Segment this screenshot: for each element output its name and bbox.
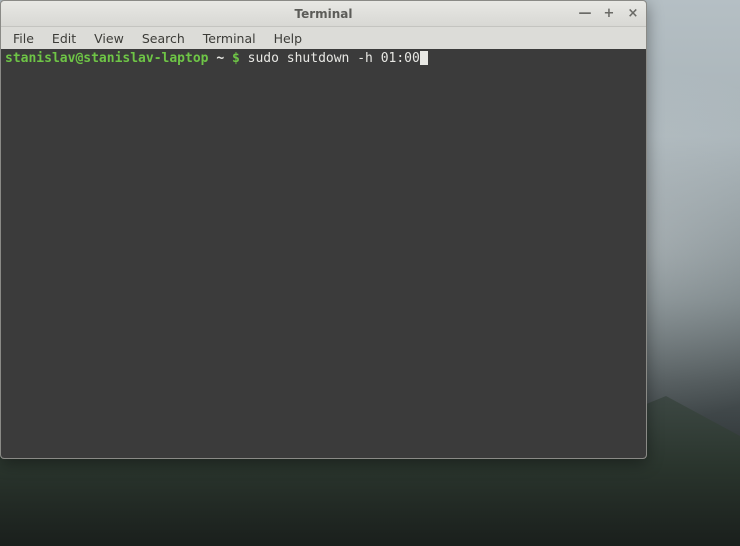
window-title: Terminal [294, 7, 352, 21]
cursor-icon [420, 51, 428, 65]
command-text: sudo shutdown -h 01:00 [240, 51, 420, 67]
menu-edit[interactable]: Edit [44, 29, 84, 48]
menu-view[interactable]: View [86, 29, 132, 48]
menu-file[interactable]: File [5, 29, 42, 48]
menu-search[interactable]: Search [134, 29, 193, 48]
titlebar[interactable]: Terminal — + × [1, 1, 646, 27]
menu-terminal[interactable]: Terminal [195, 29, 264, 48]
close-button[interactable]: × [624, 5, 642, 23]
minimize-button[interactable]: — [576, 5, 594, 23]
menubar: File Edit View Search Terminal Help [1, 27, 646, 49]
prompt-symbol: $ [232, 51, 240, 67]
prompt-path: ~ [209, 51, 232, 67]
prompt-user-host: stanislav@stanislav-laptop [5, 51, 209, 67]
terminal-content[interactable]: stanislav@stanislav-laptop ~ $ sudo shut… [1, 49, 646, 458]
menu-help[interactable]: Help [266, 29, 311, 48]
prompt-line: stanislav@stanislav-laptop ~ $ sudo shut… [5, 51, 642, 67]
maximize-button[interactable]: + [600, 5, 618, 23]
window-controls: — + × [576, 1, 642, 26]
terminal-window: Terminal — + × File Edit View Search Ter… [0, 0, 647, 459]
